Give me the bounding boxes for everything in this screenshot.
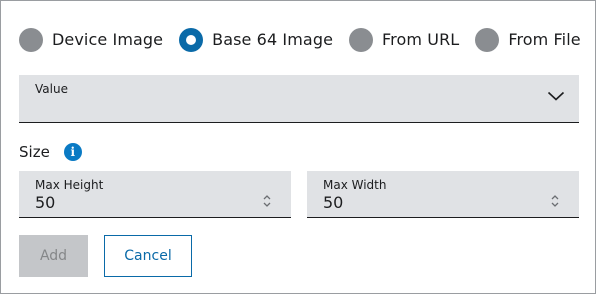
image-source-radio-group: Device Image Base 64 Image From URL From… xyxy=(19,27,581,52)
radio-unchecked-icon xyxy=(475,27,500,52)
radio-device-image[interactable]: Device Image xyxy=(19,27,164,52)
max-width-field[interactable]: Max Width 50 xyxy=(307,171,579,218)
radio-label: Base 64 Image xyxy=(212,30,334,49)
max-height-label: Max Height xyxy=(35,178,104,192)
radio-label: From URL xyxy=(382,30,460,49)
add-button[interactable]: Add xyxy=(19,235,88,277)
value-select[interactable]: Value xyxy=(19,75,579,123)
cancel-button[interactable]: Cancel xyxy=(104,235,192,277)
radio-from-file[interactable]: From File xyxy=(475,27,581,52)
size-heading: Size i xyxy=(19,142,82,162)
max-width-value[interactable]: 50 xyxy=(323,193,343,212)
radio-label: From File xyxy=(508,30,581,49)
radio-label: Device Image xyxy=(52,30,164,49)
max-height-field[interactable]: Max Height 50 xyxy=(19,171,291,218)
spinner-icon[interactable] xyxy=(262,193,272,209)
info-icon[interactable]: i xyxy=(63,143,82,161)
value-select-label: Value xyxy=(35,82,68,96)
image-dialog: Device Image Base 64 Image From URL From… xyxy=(0,0,596,294)
chevron-down-icon xyxy=(547,91,565,101)
max-width-label: Max Width xyxy=(323,178,387,192)
radio-base64-image[interactable]: Base 64 Image xyxy=(179,27,334,52)
radio-from-url[interactable]: From URL xyxy=(349,27,460,52)
radio-checked-icon xyxy=(179,27,204,52)
radio-unchecked-icon xyxy=(19,27,43,52)
size-label: Size xyxy=(19,143,50,161)
spinner-icon[interactable] xyxy=(550,193,560,209)
max-height-value[interactable]: 50 xyxy=(35,193,55,212)
radio-unchecked-icon xyxy=(349,27,374,52)
